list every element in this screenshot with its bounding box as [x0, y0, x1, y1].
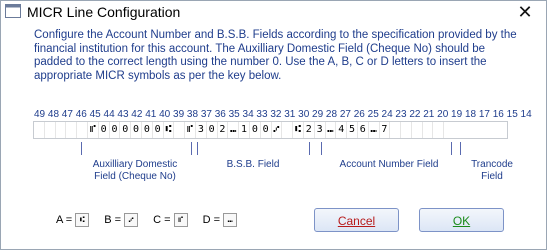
- micr-cell[interactable]: ⑆: [164, 122, 175, 138]
- micr-cell[interactable]: [34, 122, 45, 138]
- key-a-label: A =: [56, 214, 73, 226]
- micr-cell[interactable]: 0: [99, 122, 110, 138]
- key-c-label: C =: [153, 214, 171, 226]
- account-field-tick-left: [321, 142, 322, 155]
- micr-cell[interactable]: [174, 122, 186, 138]
- micr-cell[interactable]: 7: [380, 122, 391, 138]
- key-d-label: D =: [202, 214, 221, 226]
- key-a-symbol-icon: ⑆: [75, 213, 90, 227]
- app-window-icon: [5, 4, 21, 18]
- micr-cell[interactable]: ⑈: [88, 122, 99, 138]
- micr-cell[interactable]: 0: [153, 122, 164, 138]
- micr-cell[interactable]: 2: [304, 122, 315, 138]
- micr-cell[interactable]: 0: [131, 122, 142, 138]
- micr-cell[interactable]: 4: [336, 122, 348, 138]
- cancel-button[interactable]: Cancel: [314, 208, 399, 232]
- bsb-field-tick-left: [197, 142, 198, 155]
- key-d-symbol-icon: ⑉: [223, 213, 238, 227]
- key-c-symbol-icon: ⑈: [173, 213, 188, 227]
- micr-cell[interactable]: 5: [347, 122, 358, 138]
- trancode-field-tick: [460, 142, 461, 155]
- trancode-field-label: Trancode Field: [471, 159, 513, 182]
- key-b-symbol-icon: ⑇: [124, 213, 139, 227]
- close-icon[interactable]: ✕: [516, 2, 534, 23]
- cancel-button-label: Cancel: [337, 214, 376, 228]
- micr-cell[interactable]: [423, 122, 434, 138]
- account-field-label: Account Number Field: [339, 159, 439, 170]
- micr-cell[interactable]: 0: [261, 122, 272, 138]
- micr-cell[interactable]: 2: [218, 122, 229, 138]
- ok-button-label: OK: [452, 214, 471, 228]
- micr-cell[interactable]: ⑉: [228, 122, 240, 138]
- instructions-text: Configure the Account Number and B.S.B. …: [34, 29, 517, 82]
- window-title: MICR Line Configuration: [27, 4, 181, 20]
- micr-config-dialog: MICR Line Configuration ✕ Configure the …: [0, 0, 547, 250]
- micr-cell[interactable]: [390, 122, 402, 138]
- micr-cell[interactable]: 0: [120, 122, 132, 138]
- micr-key: A = ⑆ B = ⑇ C = ⑈ D = ⑉: [56, 213, 249, 227]
- micr-cells: ⑈ 0 0 0 0 0 0 ⑆ ⑈ 3 0 2 ⑉ 1 0 0 ⑇ ⑆ 2 3 ⑉ 4 5 6 ⑉ 7: [34, 122, 445, 138]
- micr-cell[interactable]: [412, 122, 423, 138]
- micr-cell[interactable]: 1: [239, 122, 250, 138]
- micr-cell[interactable]: [401, 122, 412, 138]
- micr-cell[interactable]: [45, 122, 56, 138]
- micr-cell[interactable]: ⑉: [326, 122, 337, 138]
- key-b-label: B =: [104, 214, 122, 226]
- bsb-field-label: B.S.B. Field: [226, 159, 280, 170]
- micr-cell[interactable]: 6: [358, 122, 369, 138]
- micr-cell[interactable]: ⑈: [185, 122, 196, 138]
- micr-cell[interactable]: 0: [250, 122, 261, 138]
- account-field-tick-right: [451, 142, 452, 155]
- aux-field-tick-left: [81, 142, 82, 155]
- micr-cell[interactable]: 0: [207, 122, 218, 138]
- micr-cell[interactable]: [56, 122, 67, 138]
- micr-cell[interactable]: 3: [196, 122, 207, 138]
- ok-button[interactable]: OK: [419, 208, 504, 232]
- position-numbers: 49 48 47 46 45 44 43 42 41 40 39 38 37 3…: [34, 109, 532, 120]
- micr-cell[interactable]: [66, 122, 78, 138]
- bsb-field-tick-right: [309, 142, 310, 155]
- micr-cell[interactable]: ⑉: [369, 122, 380, 138]
- aux-field-tick-right: [191, 142, 192, 155]
- micr-cell[interactable]: 0: [142, 122, 153, 138]
- micr-cell[interactable]: 3: [315, 122, 326, 138]
- micr-cell[interactable]: ⑆: [293, 122, 304, 138]
- micr-cell[interactable]: ⑇: [272, 122, 283, 138]
- micr-cell[interactable]: 0: [110, 122, 121, 138]
- micr-line-input[interactable]: ⑈ 0 0 0 0 0 0 ⑆ ⑈ 3 0 2 ⑉ 1 0 0 ⑇ ⑆ 2 3 ⑉ 4 5 6 ⑉ 7: [33, 121, 508, 139]
- micr-cell[interactable]: [77, 122, 88, 138]
- micr-cell[interactable]: [282, 122, 294, 138]
- aux-field-label: Auxilliary Domestic Field (Cheque No): [92, 159, 178, 182]
- title-bar: MICR Line Configuration ✕: [1, 1, 546, 25]
- micr-cell[interactable]: [433, 122, 445, 138]
